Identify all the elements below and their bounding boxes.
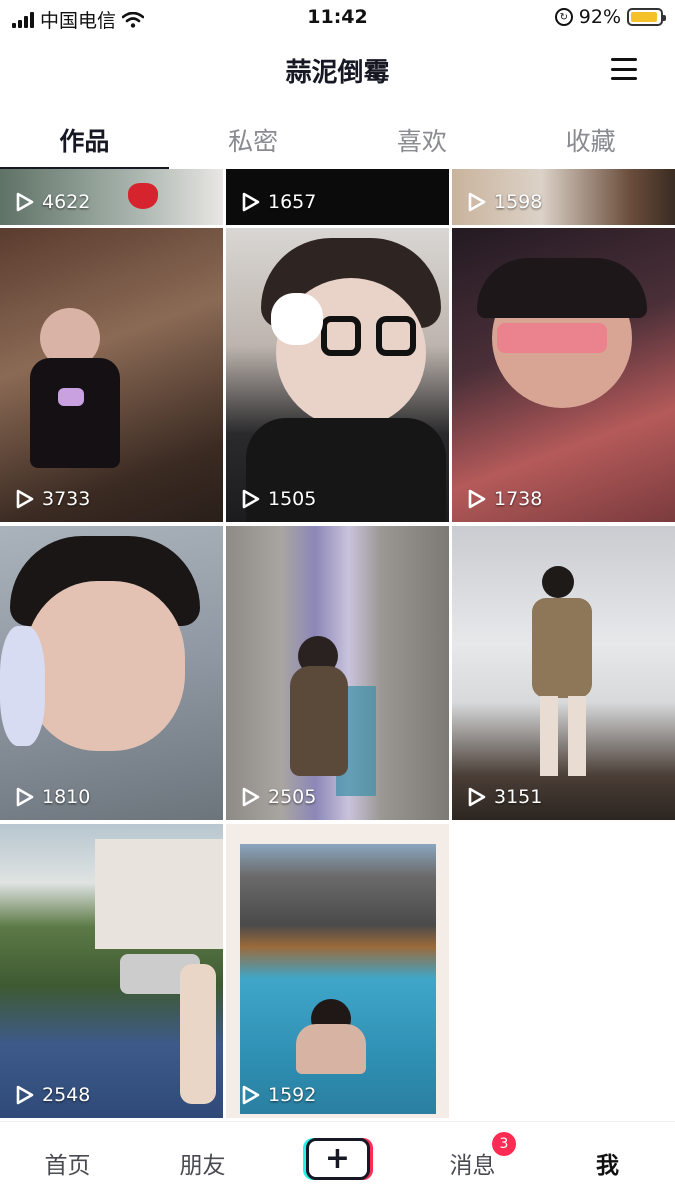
play-icon: [16, 1085, 34, 1105]
play-count: 1598: [468, 191, 542, 213]
rotation-lock-icon: ↻: [554, 8, 573, 26]
nav-messages[interactable]: 消息 3: [405, 1122, 540, 1200]
play-count: 3151: [468, 786, 542, 808]
play-icon: [242, 489, 260, 509]
play-count: 1657: [242, 191, 316, 213]
battery-icon: [627, 8, 666, 26]
play-count: 1738: [468, 488, 542, 510]
video-thumbnail[interactable]: 2548: [0, 824, 223, 1118]
nav-messages-label: 消息: [449, 1153, 496, 1179]
create-button[interactable]: +: [305, 1138, 370, 1180]
play-icon: [16, 787, 34, 807]
video-thumbnail[interactable]: 3151: [452, 526, 675, 820]
play-count: 1810: [16, 786, 90, 808]
tab-favorites[interactable]: 收藏: [506, 104, 675, 168]
play-icon: [468, 787, 486, 807]
play-icon: [468, 489, 486, 509]
tab-works[interactable]: 作品: [0, 104, 169, 170]
play-count: 1592: [242, 1084, 316, 1106]
video-thumbnail[interactable]: 3733: [0, 228, 223, 522]
video-thumbnail[interactable]: 4622: [0, 169, 223, 225]
profile-header: 蒜泥倒霉: [0, 34, 675, 104]
video-grid: 4622 1657 1598 3733 1505 1738 1810 2505 …: [0, 169, 675, 1121]
menu-icon[interactable]: [611, 58, 637, 80]
content-tabs: 作品 私密 喜欢 收藏: [0, 104, 675, 170]
nav-friends[interactable]: 朋友: [135, 1122, 270, 1200]
nav-home[interactable]: 首页: [0, 1122, 135, 1200]
play-count: 2548: [16, 1084, 90, 1106]
battery-percent: 92%: [578, 6, 621, 28]
play-icon: [16, 489, 34, 509]
plus-icon: +: [324, 1141, 351, 1176]
nav-me[interactable]: 我: [540, 1122, 675, 1200]
video-thumbnail[interactable]: 1592: [226, 824, 449, 1118]
play-count: 4622: [16, 191, 90, 213]
play-icon: [16, 192, 34, 212]
play-icon: [468, 192, 486, 212]
status-right: ↻ 92%: [554, 6, 666, 28]
video-thumbnail[interactable]: 1598: [452, 169, 675, 225]
play-icon: [242, 192, 260, 212]
video-thumbnail[interactable]: 1810: [0, 526, 223, 820]
video-thumbnail[interactable]: 1738: [452, 228, 675, 522]
play-icon: [242, 1085, 260, 1105]
nav-create[interactable]: +: [270, 1122, 405, 1200]
play-icon: [242, 787, 260, 807]
page-title: 蒜泥倒霉: [285, 58, 390, 88]
tab-likes[interactable]: 喜欢: [338, 104, 507, 168]
play-count: 3733: [16, 488, 90, 510]
play-count: 2505: [242, 786, 316, 808]
status-bar: 中国电信 11:42 ↻ 92%: [0, 0, 675, 34]
video-thumbnail[interactable]: 1505: [226, 228, 449, 522]
play-count: 1505: [242, 488, 316, 510]
notification-badge: 3: [492, 1132, 516, 1156]
video-thumbnail[interactable]: 2505: [226, 526, 449, 820]
video-thumbnail[interactable]: 1657: [226, 169, 449, 225]
bottom-nav: 首页 朋友 + 消息 3 我: [0, 1121, 675, 1200]
tab-private[interactable]: 私密: [169, 104, 338, 168]
